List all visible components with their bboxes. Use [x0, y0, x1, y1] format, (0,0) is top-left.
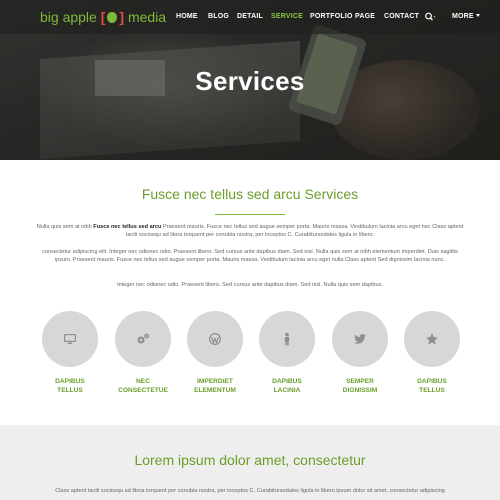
service-circle-3[interactable] [187, 311, 243, 367]
service-label-5[interactable]: SEMPER DIGNISSIM [320, 377, 400, 395]
secondary-paragraph: Class aptent taciti sociosqu ad litora t… [55, 488, 445, 494]
nav-more-label: MORE [452, 13, 474, 20]
service-4-line2: LACINIA [273, 387, 301, 394]
intro-paragraph-1: Nulla quis sem at nibh Fusce nec tellus … [36, 224, 464, 239]
service-circle-6[interactable] [404, 311, 460, 367]
service-5-line2: DIGNISSIM [342, 387, 378, 394]
service-3-line2: ELEMENTUM [194, 387, 236, 394]
service-circle-5[interactable] [332, 311, 388, 367]
service-label-3[interactable]: IMPERDIET ELEMENTUM [175, 377, 255, 395]
service-circle-2[interactable] [115, 311, 171, 367]
chevron-down-icon [475, 14, 480, 17]
service-label-6[interactable]: DAPIBUS TELLUS [392, 377, 472, 395]
intro-paragraph-3: Integer nec odionec odio. Praesent liber… [117, 282, 383, 288]
nav-item-contact[interactable]: CONTACT [384, 13, 419, 20]
service-2-line1: NEC [136, 378, 150, 385]
service-label-1[interactable]: DAPIBUS TELLUS [30, 377, 110, 395]
top-navbar: big apple [] media HOME BLOG DETAIL SERV… [0, 0, 500, 34]
nav-item-service[interactable]: SERVICE [271, 13, 303, 20]
wordpress-icon [209, 333, 221, 345]
title-underline [215, 214, 285, 215]
intro-p1-after: Praesent mauris. Fusce nec tellus sed au… [125, 224, 464, 238]
search-icon[interactable] [424, 11, 436, 23]
nav-item-page[interactable]: PAGE [355, 13, 375, 20]
service-1-line1: DAPIBUS [55, 378, 85, 385]
secondary-section-title: Lorem ipsum dolor amet, consectetur [134, 452, 366, 468]
hero-banner: big apple [] media HOME BLOG DETAIL SERV… [0, 0, 500, 160]
service-circle-1[interactable] [42, 311, 98, 367]
star-icon [426, 333, 438, 345]
service-1-line2: TELLUS [57, 387, 83, 394]
gears-icon [137, 333, 149, 344]
service-5-line1: SEMPER [346, 378, 374, 385]
service-6-line2: TELLUS [419, 387, 445, 394]
services-section-title: Fusce nec tellus sed arcu Services [141, 186, 359, 202]
service-circle-4[interactable] [259, 311, 315, 367]
service-label-4[interactable]: DAPIBUS LACINIA [247, 377, 327, 395]
page-title: Services [195, 66, 305, 96]
nav-item-blog[interactable]: BLOG [208, 13, 229, 20]
monitor-icon [64, 334, 76, 344]
service-2-line2: CONSECTETUE [118, 387, 168, 394]
intro-p1-before: Nulla quis sem at nibh [36, 224, 94, 230]
intro-p1-bold: Fusce nec tellus sed arcu [93, 224, 162, 230]
intro-paragraph-2: consectetur adipiscing elit. Integer nec… [42, 249, 458, 263]
service-4-line1: DAPIBUS [272, 378, 302, 385]
person-icon [284, 332, 290, 346]
service-3-line1: IMPERDIET [197, 378, 233, 385]
nav-item-portfolio[interactable]: PORTFOLIO [310, 13, 353, 20]
nav-item-more[interactable]: MORE [452, 13, 480, 20]
twitter-icon [354, 334, 366, 344]
service-label-2[interactable]: NEC CONSECTETUE [103, 377, 183, 395]
nav-item-home[interactable]: HOME [176, 13, 198, 20]
service-6-line1: DAPIBUS [417, 378, 447, 385]
nav-item-detail[interactable]: DETAIL [237, 13, 263, 20]
